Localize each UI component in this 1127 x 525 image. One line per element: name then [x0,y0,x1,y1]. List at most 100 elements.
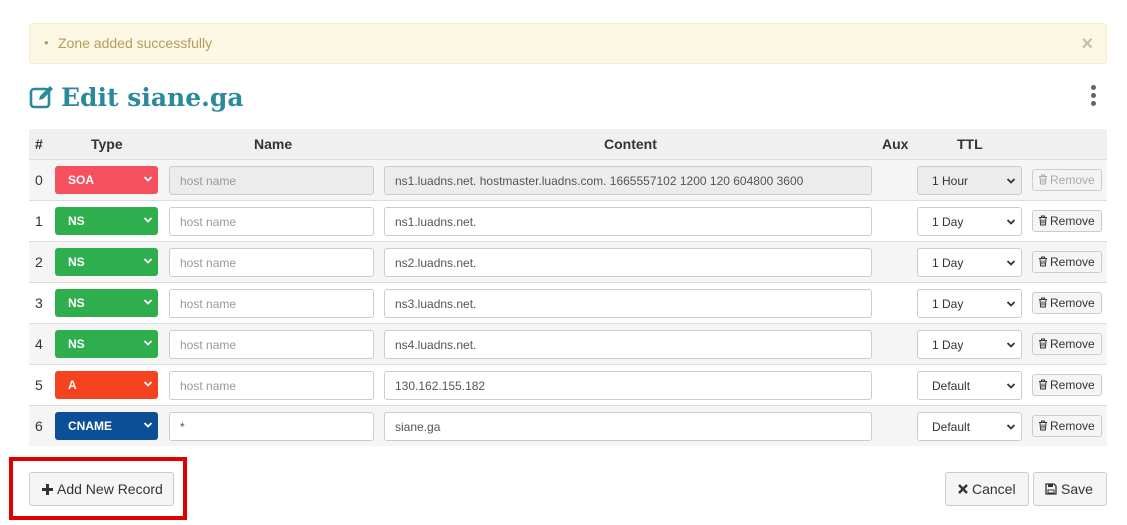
plus-icon [42,483,53,495]
content-text: siane.ga [395,420,441,434]
host-name-input[interactable]: host name [169,207,374,236]
host-name-input[interactable]: host name [169,371,374,400]
host-name-input[interactable]: host name [169,330,374,359]
ttl-select[interactable]: 1 Day [917,289,1022,318]
host-name-text: host name [180,379,237,393]
ttl-select[interactable]: Default [917,371,1022,400]
host-name-text: host name [180,215,237,229]
record-type-select[interactable]: NS [55,330,158,358]
header-index: # [35,136,43,152]
remove-button: Remove [1032,169,1102,191]
chevron-down-icon [1006,383,1016,389]
content-input[interactable]: 130.162.155.182 [384,371,872,400]
add-new-record-button[interactable]: Add New Record [29,472,174,506]
host-name-text: host name [180,297,237,311]
record-type-label: CNAME [68,419,112,433]
remove-button[interactable]: Remove [1032,292,1102,314]
content-input[interactable]: siane.ga [384,412,872,441]
ttl-value: 1 Day [932,256,964,270]
header-name: Name [254,136,293,152]
trash-icon [1039,379,1047,390]
remove-label: Remove [1050,214,1095,228]
host-name-input: host name [169,166,374,195]
host-name-input[interactable]: host name [169,289,374,318]
trash-icon [1039,297,1047,308]
close-icon[interactable]: × [1081,34,1093,54]
row-index: 4 [35,336,43,352]
chevron-down-icon [143,176,153,182]
ttl-value: 1 Day [932,338,964,352]
chevron-down-icon [1006,219,1016,225]
ttl-select[interactable]: 1 Day [917,330,1022,359]
remove-label: Remove [1050,419,1095,433]
content-input[interactable]: ns4.luadns.net. [384,330,872,359]
chevron-down-icon [143,340,153,346]
ttl-select[interactable]: Default [917,412,1022,441]
record-type-select[interactable]: A [55,371,158,399]
table-row: 3 NS host name ns3.luadns.net. 1 Day Remove [29,282,1107,323]
record-type-select[interactable]: SOA [55,166,158,194]
chevron-down-icon [1006,301,1016,307]
trash-icon [1039,256,1047,267]
remove-label: Remove [1050,255,1095,269]
row-index: 6 [35,418,43,434]
alert-message: Zone added successfully [58,35,213,51]
remove-button[interactable]: Remove [1032,415,1102,437]
ttl-value: Default [932,420,971,434]
trash-icon [1039,420,1047,431]
row-index: 0 [35,172,43,188]
table-row: 5 Ahost name 130.162.155.182 Default Remove [29,364,1107,405]
save-button[interactable]: Save [1033,472,1107,506]
remove-label: Remove [1050,378,1095,392]
record-type-select[interactable]: NS [55,289,158,317]
remove-label: Remove [1050,173,1095,187]
chevron-down-icon [1006,178,1016,184]
host-name-text: host name [180,338,237,352]
row-index: 5 [35,377,43,393]
remove-label: Remove [1050,337,1095,351]
page-title: Edit siane.ga [61,82,244,112]
ttl-select[interactable]: 1 Day [917,248,1022,277]
table-row: 0 SOA host name ns1.luadns.net. hostmaster.… [29,159,1107,200]
header-ttl: TTL [957,136,983,152]
ttl-value: 1 Day [932,297,964,311]
record-type-select[interactable]: CNAME [55,412,158,440]
records-table: # Type Name Content Aux TTL 0 SOA host nam… [29,129,1107,446]
edit-icon [29,86,53,109]
ttl-select[interactable]: 1 Day [917,207,1022,236]
record-type-select[interactable]: NS [55,248,158,276]
header-type: Type [91,136,123,152]
table-header: # Type Name Content Aux TTL [29,129,1107,159]
remove-label: Remove [1050,296,1095,310]
record-type-label: NS [68,214,85,228]
remove-button[interactable]: Remove [1032,333,1102,355]
table-row: 6 CNAME * siane.ga Default Remove [29,405,1107,446]
remove-button[interactable]: Remove [1032,251,1102,273]
chevron-down-icon [143,422,153,428]
chevron-down-icon [143,299,153,305]
host-name-input[interactable]: * [169,412,374,441]
remove-button[interactable]: Remove [1032,210,1102,232]
more-options-icon[interactable] [1088,85,1098,109]
content-input: ns1.luadns.net. hostmaster.luadns.com. 1… [384,166,872,195]
row-index: 1 [35,213,43,229]
alert-bullet: • [44,35,49,50]
content-text: ns1.luadns.net. [395,215,477,229]
content-input[interactable]: ns1.luadns.net. [384,207,872,236]
cancel-label: Cancel [972,481,1016,497]
remove-button[interactable]: Remove [1032,374,1102,396]
record-type-select[interactable]: NS [55,207,158,235]
ttl-select[interactable]: 1 Hour [917,166,1022,195]
chevron-down-icon [1006,260,1016,266]
chevron-down-icon [1006,342,1016,348]
record-type-label: NS [68,255,85,269]
content-input[interactable]: ns2.luadns.net. [384,248,872,277]
table-row: 1 NS host name ns1.luadns.net. 1 Day Remove [29,200,1107,241]
record-type-label: A [68,378,77,392]
host-name-input[interactable]: host name [169,248,374,277]
cancel-button[interactable]: Cancel [945,472,1029,506]
chevron-down-icon [1006,424,1016,430]
content-input[interactable]: ns3.luadns.net. [384,289,872,318]
add-new-record-label: Add New Record [57,481,163,497]
content-text: ns3.luadns.net. [395,297,477,311]
